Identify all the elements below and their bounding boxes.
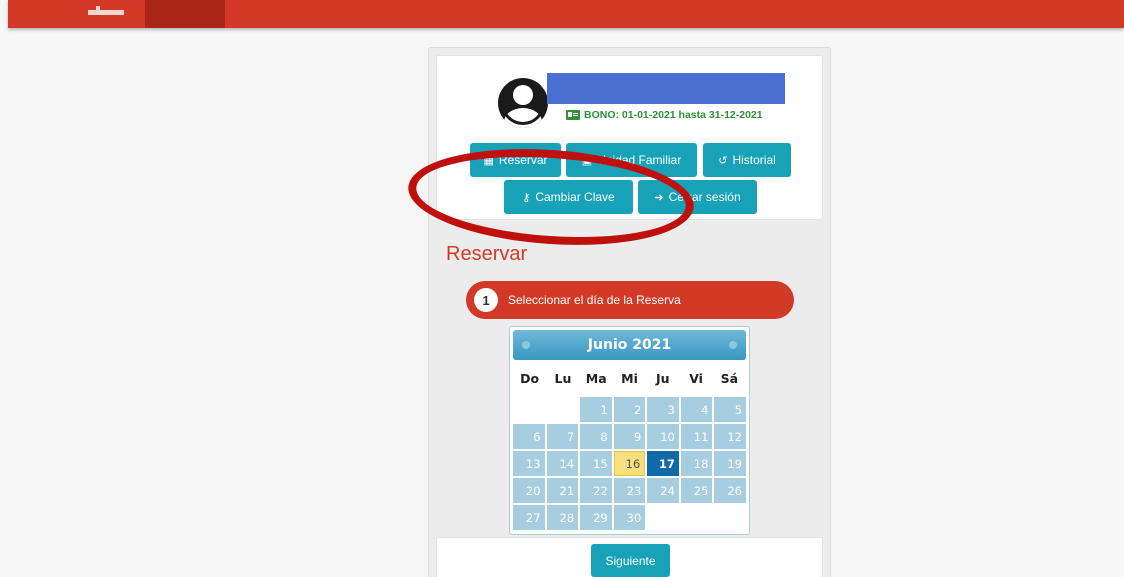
logo[interactable] — [88, 6, 130, 16]
weekday-label: Mi — [621, 371, 638, 386]
siguiente-label: Siguiente — [605, 553, 656, 568]
calendar-day[interactable]: 17 — [647, 451, 679, 476]
weekday-header: Do Lu Ma Mi Ju Vi Sá — [513, 371, 746, 386]
calendar-day[interactable]: 4 — [680, 397, 713, 422]
user-name-redacted — [547, 73, 785, 104]
calendar-day[interactable]: 21 — [546, 478, 579, 503]
calendar-header: Junio 2021 — [513, 330, 746, 360]
step-indicator: 1 Seleccionar el día de la Reserva — [466, 281, 794, 319]
calendar-day[interactable]: 13 — [513, 451, 545, 476]
calendar-day[interactable]: 28 — [546, 505, 579, 530]
calendar-day[interactable]: 16 — [613, 451, 646, 476]
weekday-label: Sá — [720, 371, 739, 386]
calendar-days: 1 2 3 4 5 6 7 8 9 10 11 12 13 14 15 16 17 18 19 20 21 22 23 24 2… — [513, 397, 746, 530]
calendar-day[interactable]: 11 — [680, 424, 713, 449]
calendar-day[interactable]: 12 — [714, 424, 746, 449]
calendar-day[interactable]: 29 — [580, 505, 612, 530]
section-title: Reservar — [446, 243, 528, 265]
historial-label: Historial — [732, 153, 776, 167]
calendar-day[interactable]: 19 — [714, 451, 746, 476]
calendar-day[interactable]: 9 — [613, 424, 646, 449]
calendar-blank-cell — [547, 397, 579, 422]
top-navbar — [8, 0, 1124, 28]
bono-label: BONO: 01-01-2021 hasta 31-12-2021 — [584, 109, 763, 121]
calendar-day[interactable]: 26 — [714, 478, 746, 503]
calendar-day[interactable]: 6 — [513, 424, 545, 449]
calendar-day[interactable]: 15 — [580, 451, 612, 476]
calendar-day[interactable]: 18 — [680, 451, 713, 476]
calendar-blank-cell — [513, 397, 545, 422]
calendar-day[interactable]: 1 — [580, 397, 612, 422]
calendar-day[interactable]: 27 — [513, 505, 545, 530]
history-icon: ↺ — [718, 154, 728, 167]
calendar-day[interactable]: 20 — [513, 478, 545, 503]
calendar-day[interactable]: 2 — [613, 397, 646, 422]
calendar-day[interactable]: 5 — [714, 397, 746, 422]
historial-button[interactable]: ↺ Historial — [703, 143, 791, 177]
calendar-day[interactable]: 3 — [647, 397, 679, 422]
weekday-label: Ma — [585, 371, 607, 386]
datepicker-calendar: Junio 2021 Do Lu Ma Mi Ju Vi Sá 1 2 3 4 5 6 7 8 9 10 11 1… — [509, 326, 750, 535]
weekday-label: Lu — [554, 371, 572, 386]
calendar-day[interactable]: 7 — [546, 424, 579, 449]
calendar-day[interactable]: 24 — [647, 478, 679, 503]
prev-month-icon[interactable] — [522, 341, 530, 349]
calendar-day[interactable]: 10 — [647, 424, 679, 449]
weekday-label: Do — [520, 371, 540, 386]
calendar-day[interactable]: 22 — [580, 478, 612, 503]
next-month-icon[interactable] — [729, 341, 737, 349]
id-card-icon — [566, 110, 580, 120]
calendar-day[interactable]: 23 — [613, 478, 646, 503]
user-avatar-icon — [498, 78, 548, 128]
step-number: 1 — [474, 288, 498, 312]
calendar-day[interactable]: 25 — [680, 478, 713, 503]
weekday-label: Ju — [656, 371, 670, 386]
calendar-day[interactable]: 14 — [546, 451, 579, 476]
bono-badge: BONO: 01-01-2021 hasta 31-12-2021 — [566, 108, 763, 122]
step-label: Seleccionar el día de la Reserva — [508, 293, 681, 307]
calendar-day[interactable]: 8 — [580, 424, 612, 449]
weekday-label: Vi — [689, 371, 703, 386]
siguiente-button[interactable]: Siguiente — [591, 544, 670, 577]
calendar-month-label: Junio 2021 — [587, 337, 672, 353]
nav-item-active[interactable] — [145, 0, 225, 28]
calendar-day[interactable]: 30 — [613, 505, 646, 530]
